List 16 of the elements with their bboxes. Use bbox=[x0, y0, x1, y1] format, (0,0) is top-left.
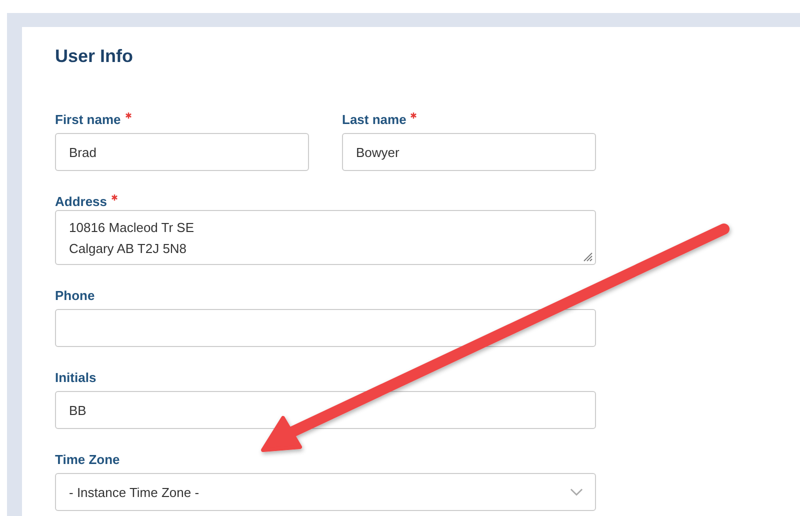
section-title: User Info bbox=[55, 45, 134, 67]
field-label: Last name bbox=[342, 111, 406, 128]
input-field[interactable] bbox=[55, 309, 596, 347]
address-text: 10816 Macleod Tr SE Calgary AB T2J 5N8 bbox=[69, 219, 196, 258]
resize-handle-icon[interactable] bbox=[583, 252, 593, 262]
field-label: Address bbox=[55, 193, 108, 210]
time-zone-select[interactable]: - Instance Time Zone - bbox=[55, 473, 596, 511]
field-label: Time Zone bbox=[55, 451, 120, 468]
input-field[interactable]: Brad bbox=[55, 133, 309, 171]
chevron-down-icon bbox=[570, 488, 583, 496]
input-field[interactable]: Bowyer bbox=[342, 133, 596, 171]
input-field[interactable]: BB bbox=[55, 391, 596, 429]
field-label: Phone bbox=[55, 287, 95, 304]
field-label: First name bbox=[55, 111, 121, 128]
field-label: Initials bbox=[55, 369, 96, 386]
address-field[interactable]: 10816 Macleod Tr SE Calgary AB T2J 5N8 bbox=[55, 210, 596, 265]
